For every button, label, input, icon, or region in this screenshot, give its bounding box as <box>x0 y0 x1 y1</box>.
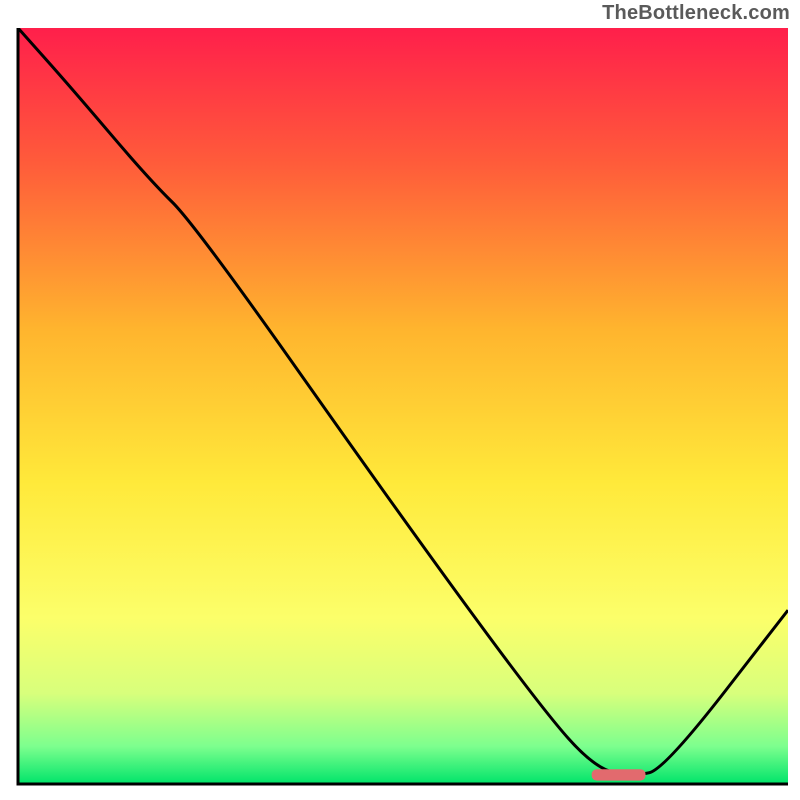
bottleneck-chart: TheBottleneck.com <box>0 0 800 800</box>
gradient-background <box>18 28 788 784</box>
watermark-text: TheBottleneck.com <box>602 2 790 25</box>
chart-canvas <box>0 0 800 800</box>
optimal-range-marker <box>592 769 646 780</box>
